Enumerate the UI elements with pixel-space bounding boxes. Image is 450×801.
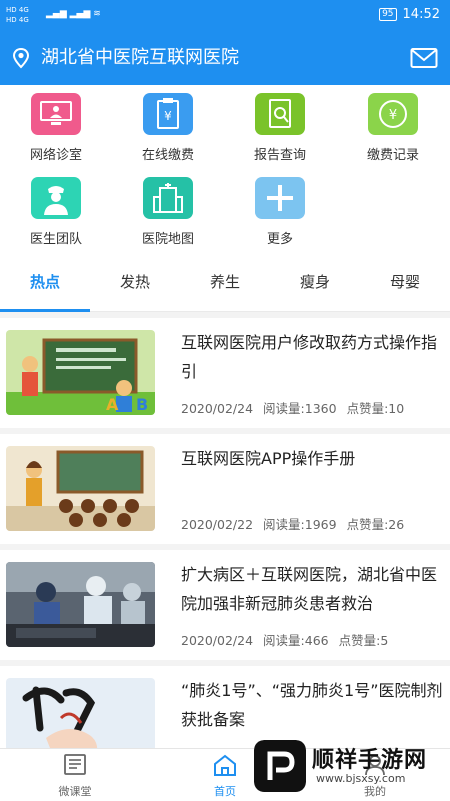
nav-label: 微课堂 [58, 785, 92, 798]
service-item-hospital-map[interactable]: 医院地图 [113, 177, 223, 247]
service-item-report-query[interactable]: 报告查询 [225, 93, 335, 163]
signal-icon: ▂▄▆ ▂▄▆ ≋ [46, 9, 101, 19]
service-item-doctor-team[interactable]: 医生团队 [1, 177, 111, 247]
article-date: 2020/02/24 [181, 401, 254, 416]
article-reads: 阅读量:1360 [263, 401, 337, 416]
service-item-online-clinic[interactable]: 网络诊室 [1, 93, 111, 163]
tab-hot[interactable]: 热点 [0, 256, 90, 312]
article-reads: 阅读量:466 [263, 633, 329, 648]
plus-icon [255, 177, 305, 219]
article-thumbnail [6, 562, 155, 647]
nav-home[interactable]: 首页 [185, 753, 265, 799]
article-date: 2020/02/24 [181, 633, 254, 648]
book-icon [64, 754, 86, 775]
tab-health[interactable]: 养生 [180, 256, 270, 311]
article-title: 互联网医院用户修改取药方式操作指引 [181, 333, 438, 381]
article-meta: 2020/02/24 阅读量:466 点赞量:5 [181, 630, 388, 649]
service-label: 医生团队 [29, 232, 82, 247]
nav-micro-class[interactable]: 微课堂 [35, 753, 115, 799]
tab-fever[interactable]: 发热 [90, 256, 180, 311]
watermark-url: www.bjsxsy.com [316, 772, 406, 785]
mail-icon[interactable] [410, 47, 438, 69]
nurse-icon [31, 177, 81, 219]
battery-indicator: 95 [379, 8, 397, 21]
hospital-title: 湖北省中医院互联网医院 [41, 47, 239, 68]
article-title: 互联网医院APP操作手册 [181, 449, 356, 468]
network-indicator: HD 4G HD 4G [6, 6, 29, 24]
service-label: 医院地图 [141, 232, 194, 247]
category-tabs: 热点 发热 养生 瘦身 母婴 [0, 256, 450, 312]
article-thumbnail [6, 446, 155, 531]
clock: 14:52 [402, 7, 440, 22]
service-grid: 网络诊室 ¥ 在线缴费 报告查询 ¥ 缴费记录 医生团队 医院地图 更多 [0, 85, 450, 255]
article-date: 2020/02/22 [181, 517, 254, 532]
svg-text:A: A [106, 395, 119, 414]
nav-label: 首页 [214, 785, 236, 798]
report-search-icon [255, 93, 305, 135]
service-item-online-payment[interactable]: ¥ 在线缴费 [113, 93, 223, 163]
article-title: 扩大病区＋互联网医院，湖北省中医院加强非新冠肺炎患者救治 [181, 565, 438, 613]
payment-clipboard-icon: ¥ [143, 93, 193, 135]
yuan-coin-icon: ¥ [368, 93, 418, 135]
service-item-more[interactable]: 更多 [225, 177, 335, 247]
service-label: 更多 [266, 232, 293, 247]
article-thumbnail: A B [6, 330, 155, 415]
home-icon [214, 754, 236, 776]
service-label: 网络诊室 [29, 148, 82, 163]
service-label: 报告查询 [253, 148, 306, 163]
location-pin-icon[interactable] [10, 47, 32, 69]
app-header: 湖北省中医院互联网医院 [0, 30, 450, 85]
site-watermark: 顺祥手游网 www.bjsxsy.com [254, 738, 444, 794]
service-item-payment-record[interactable]: ¥ 缴费记录 [338, 93, 448, 163]
svg-text:¥: ¥ [389, 108, 397, 123]
watermark-logo-icon [254, 740, 306, 792]
article-reads: 阅读量:1969 [263, 517, 337, 532]
hospital-building-icon [143, 177, 193, 219]
watermark-text: 顺祥手游网 [312, 748, 428, 773]
article-likes: 点赞量:10 [346, 401, 405, 416]
article-meta: 2020/02/24 阅读量:1360 点赞量:10 [181, 398, 404, 417]
status-right: 95 14:52 [379, 7, 440, 22]
tab-slimming[interactable]: 瘦身 [270, 256, 360, 311]
article-title: “肺炎1号”、“强力肺炎1号”医院制剂获批备案 [181, 681, 443, 729]
article-item[interactable]: A B 互联网医院用户修改取药方式操作指引 2020/02/24 阅读量:1360… [0, 318, 450, 434]
article-likes: 点赞量:5 [338, 633, 389, 648]
article-meta: 2020/02/22 阅读量:1969 点赞量:26 [181, 514, 404, 533]
article-item[interactable]: 互联网医院APP操作手册 2020/02/22 阅读量:1969 点赞量:26 [0, 434, 450, 550]
tab-mother-baby[interactable]: 母婴 [360, 256, 450, 311]
status-bar: HD 4G HD 4G ▂▄▆ ▂▄▆ ≋ 95 14:52 [0, 0, 450, 30]
service-label: 在线缴费 [141, 148, 194, 163]
svg-text:¥: ¥ [164, 109, 172, 123]
article-item[interactable]: 扩大病区＋互联网医院，湖北省中医院加强非新冠肺炎患者救治 2020/02/24 阅… [0, 550, 450, 666]
service-label: 缴费记录 [366, 148, 419, 163]
svg-text:B: B [136, 395, 148, 414]
monitor-doctor-icon [31, 93, 81, 135]
article-likes: 点赞量:26 [346, 517, 405, 532]
